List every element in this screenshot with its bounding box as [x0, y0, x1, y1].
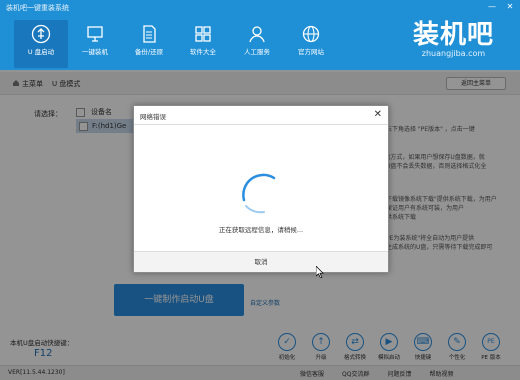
globe-icon	[302, 25, 320, 43]
nav-label: 备份/还原	[134, 48, 164, 56]
app-window: 装机吧一键重装系统 — ✕ U 盘启动 一键装机 备份/还原 软件大全 人工服务…	[0, 0, 520, 380]
nav-backup-restore[interactable]: 备份/还原	[122, 20, 176, 68]
dialog-cancel-button[interactable]: 取消	[134, 252, 388, 272]
grid-icon	[195, 26, 211, 42]
nav-manual-service[interactable]: 人工服务	[230, 20, 284, 68]
nav-official-site[interactable]: 官方网站	[284, 20, 338, 68]
brand-logo: 装机吧 zhuangjiba.com	[413, 14, 494, 58]
usb-icon	[31, 24, 51, 44]
nav-software[interactable]: 软件大全	[176, 20, 230, 68]
dialog-title: 网络错误	[140, 113, 166, 121]
dialog-close-button[interactable]: ✕	[374, 109, 382, 120]
loading-spinner-icon	[242, 173, 276, 214]
minimize-button[interactable]: —	[486, 2, 498, 11]
close-button[interactable]: ✕	[504, 2, 516, 11]
nav-label: 官方网站	[298, 48, 324, 56]
dialog-title-bar: 网络错误 ✕	[134, 106, 388, 125]
header: 装机吧一键重装系统 — ✕ U 盘启动 一键装机 备份/还原 软件大全 人工服务…	[0, 0, 520, 70]
nav-label: 一键装机	[82, 48, 108, 56]
brand-name: 装机吧	[412, 20, 494, 50]
person-icon	[249, 26, 265, 43]
window-controls: — ✕	[486, 2, 516, 11]
nav-label: 软件大全	[190, 48, 216, 56]
nav-one-click-install[interactable]: 一键装机	[68, 20, 122, 68]
main-nav: U 盘启动 一键装机 备份/还原 软件大全 人工服务 官方网站	[14, 20, 338, 68]
network-error-dialog: 网络错误 ✕ 正在获取远程信息，请稍候... 取消	[133, 105, 389, 273]
dialog-footer: 取消	[134, 251, 388, 272]
nav-label: U 盘启动	[27, 48, 55, 56]
brand-site: zhuangjiba.com	[421, 49, 486, 58]
mouse-cursor-icon	[316, 266, 324, 278]
nav-label: 人工服务	[244, 48, 270, 56]
nav-usb-boot[interactable]: U 盘启动	[14, 20, 68, 68]
window-title: 装机吧一键重装系统	[6, 4, 69, 12]
document-icon	[143, 25, 156, 43]
dialog-message: 正在获取远程信息，请稍候...	[218, 226, 304, 234]
monitor-icon	[87, 26, 103, 42]
